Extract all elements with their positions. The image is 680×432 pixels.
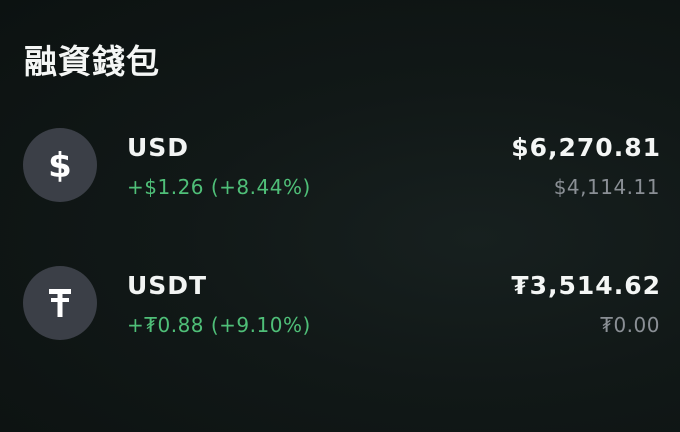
- wallet-change: +₮0.88 (+9.10%): [127, 313, 311, 337]
- wallet-change: +$1.26 (+8.44%): [127, 175, 311, 199]
- page-title: 融資錢包: [24, 42, 160, 81]
- wallet-secondary-balance: $4,114.11: [553, 175, 660, 199]
- wallet-currency-name: USDT: [127, 271, 208, 300]
- dollar-icon: $: [23, 128, 97, 202]
- tether-icon: [23, 266, 97, 340]
- financing-wallet-panel: 融資錢包 $ USD +$1.26 (+8.44%) $6,270.81 $4,…: [0, 0, 680, 432]
- wallet-secondary-balance: ₮0.00: [600, 313, 660, 337]
- wallet-balance: $6,270.81: [511, 133, 661, 162]
- wallet-row-usd[interactable]: $ USD +$1.26 (+8.44%) $6,270.81 $4,114.1…: [0, 126, 680, 206]
- svg-text:$: $: [48, 146, 72, 185]
- wallet-currency-name: USD: [127, 133, 190, 162]
- wallet-balance: ₮3,514.62: [511, 271, 661, 300]
- wallet-row-usdt[interactable]: USDT +₮0.88 (+9.10%) ₮3,514.62 ₮0.00: [0, 264, 680, 344]
